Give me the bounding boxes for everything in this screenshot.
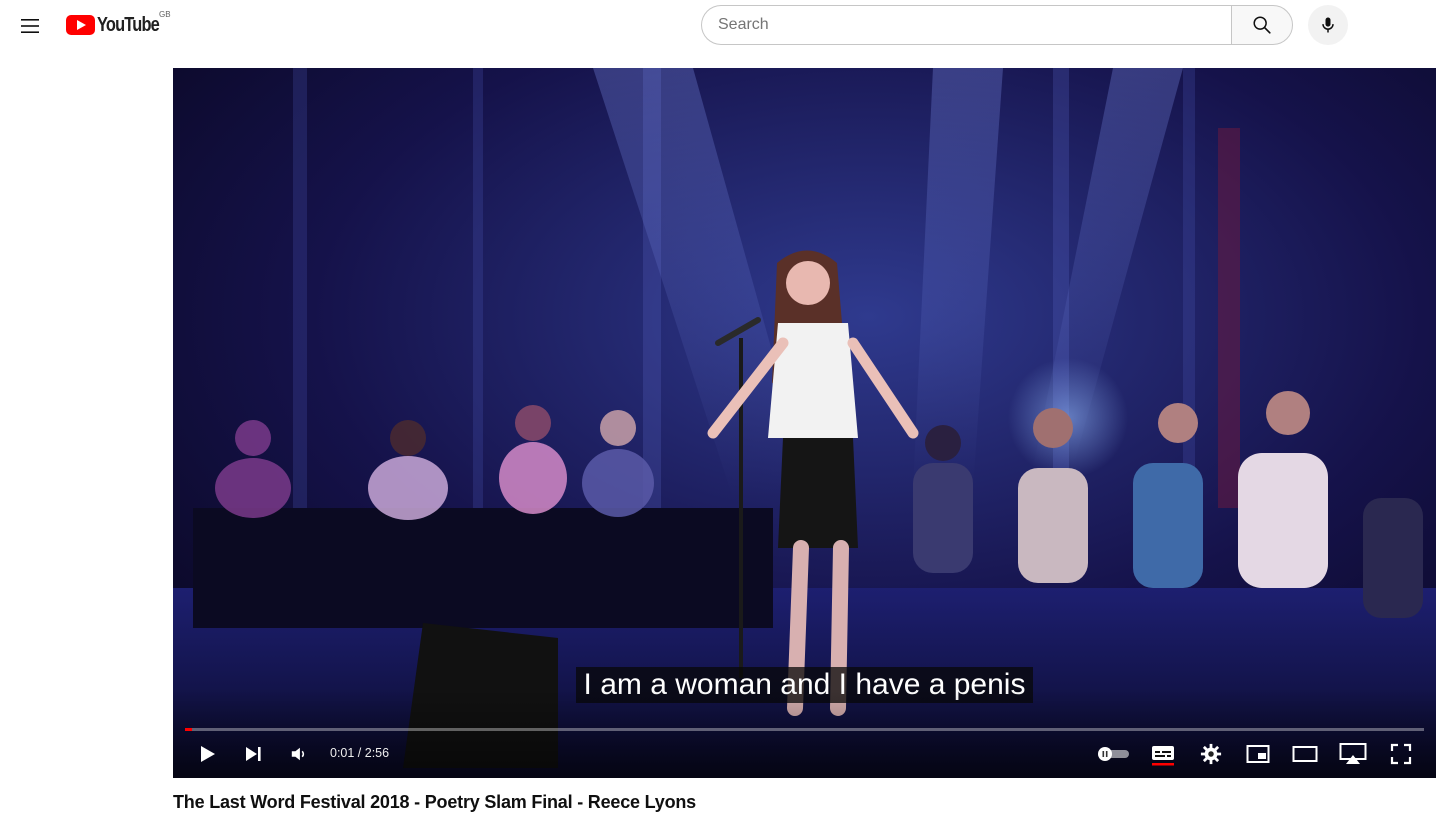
miniplayer-icon	[1246, 745, 1270, 763]
time-display: 0:01 / 2:56	[330, 746, 390, 760]
autoplay-toggle-icon	[1098, 747, 1129, 761]
fullscreen-button[interactable]	[1385, 738, 1417, 770]
theater-mode-icon	[1292, 746, 1318, 762]
logo-wordmark: YouTube	[97, 13, 160, 36]
play-icon	[201, 746, 215, 762]
miniplayer-button[interactable]	[1242, 738, 1274, 770]
search-button[interactable]	[1231, 5, 1293, 45]
youtube-logo[interactable]: YouTube	[66, 12, 173, 38]
mute-button[interactable]	[283, 738, 315, 770]
hamburger-menu-icon	[21, 19, 39, 33]
search-box	[701, 5, 1293, 45]
youtube-play-logo-icon	[66, 15, 95, 35]
autoplay-toggle[interactable]	[1093, 738, 1133, 770]
progress-bar[interactable]	[185, 728, 1424, 731]
video-title: The Last Word Festival 2018 - Poetry Sla…	[173, 792, 696, 812]
airplay-button[interactable]	[1336, 738, 1370, 770]
next-icon	[246, 747, 261, 761]
search-input[interactable]	[701, 5, 1231, 45]
guide-menu-button[interactable]	[12, 8, 48, 44]
country-code: GB	[159, 10, 171, 19]
search-icon	[1253, 16, 1271, 34]
masthead: YouTube GB	[0, 0, 1456, 56]
settings-button[interactable]	[1195, 738, 1227, 770]
progress-played	[185, 728, 193, 731]
play-button[interactable]	[191, 738, 223, 770]
volume-icon	[291, 747, 305, 761]
video-player[interactable]: I am a woman and I have a penis 0:01 / 2…	[173, 68, 1436, 778]
airplay-icon	[1339, 743, 1367, 764]
subtitles-button[interactable]	[1147, 738, 1179, 770]
gear-icon	[1200, 743, 1222, 765]
subtitles-icon	[1152, 746, 1174, 766]
theater-mode-button[interactable]	[1289, 738, 1321, 770]
fullscreen-icon	[1390, 743, 1412, 765]
voice-search-button[interactable]	[1308, 5, 1348, 45]
next-button[interactable]	[237, 738, 269, 770]
microphone-icon	[1322, 17, 1334, 33]
